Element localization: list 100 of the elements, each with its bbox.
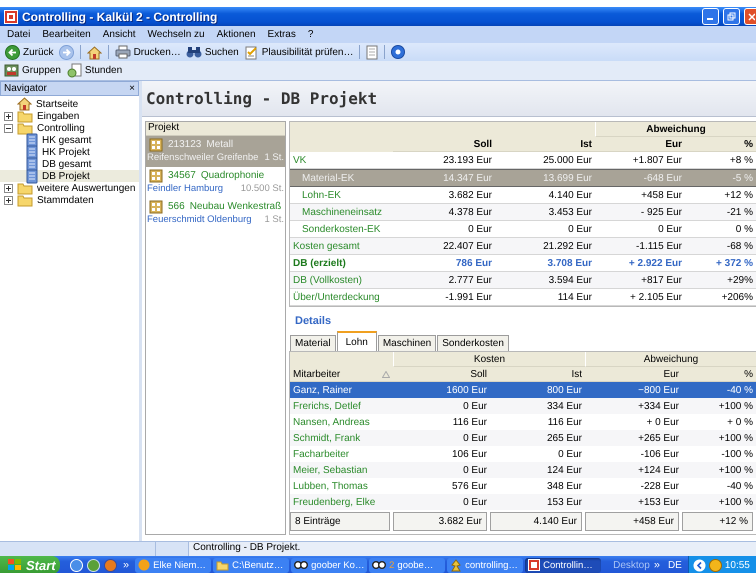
row-label[interactable]: Maschineneinsatz [290,204,393,221]
quantity: 1 St. [264,152,284,165]
table-cell: +100 % [682,398,756,414]
expander-icon[interactable] [4,112,13,120]
more-chevron[interactable]: » [123,559,130,571]
more-chevron[interactable]: » [654,559,660,571]
forward-button[interactable] [58,44,75,60]
language-indicator[interactable]: DE [668,560,682,570]
project-item[interactable]: 566 Neubau Wenkestraß Feuerschmidt Oldenburg 1 St. [146,198,285,229]
employee-name[interactable]: Nansen, Andreas [290,414,393,430]
expander-icon[interactable] [4,184,13,192]
column-header[interactable]: Mitarbeiter [293,368,340,380]
hours-button[interactable]: Stunden [66,63,122,78]
column-header[interactable]: Eur [585,367,682,382]
printer-icon [114,45,131,59]
smiley-icon [708,558,722,572]
menu-item[interactable]: ? [308,29,314,40]
folder-icon [17,110,33,122]
summary-cell: 8 Einträge [290,512,390,531]
taskbar-button[interactable]: goober Ko… [291,558,368,572]
summary-cell: 3.682 Eur [393,512,487,531]
app-icon [528,559,540,571]
taskbar-button[interactable]: Controllin… [525,558,602,572]
menu-item[interactable]: Extras [268,29,296,40]
row-label[interactable]: DB (Vollkosten) [290,272,393,289]
employee-name[interactable]: Meier, Sebastian [290,462,393,478]
sort-icon [382,370,390,378]
search-button[interactable]: Suchen [184,45,240,59]
expander-icon[interactable] [4,124,13,132]
help-button[interactable] [390,45,406,59]
tree-item[interactable]: Eingaben [0,110,139,122]
column-header: Soll [393,137,495,152]
tab[interactable]: Sonderkosten [437,335,509,351]
groups-button[interactable]: Gruppen [4,63,61,78]
folder-icon [17,122,33,134]
app-icon [87,558,100,572]
count: 2 [389,560,394,570]
employee-name[interactable]: Facharbeiter [290,446,393,462]
panel-title: Navigator [4,83,47,94]
taskbar-button[interactable]: 2 goobe… [369,558,446,572]
menu-item[interactable]: Datei [7,29,30,40]
table-cell: +100 % [682,462,756,478]
close-icon [746,12,754,21]
minimize-button[interactable] [702,8,719,25]
table-cell-text: -228 Eur [640,480,680,494]
tree-item[interactable]: Stammdaten [0,194,139,206]
tree-item[interactable]: weitere Auswertungen [0,182,139,194]
taskbar-button[interactable]: Elke Niem… [135,558,212,572]
project-name: Neubau Wenkestraß [190,201,282,212]
project-number: 34567 [168,170,196,181]
tree-item[interactable]: Controlling [0,122,139,134]
taskbar-button[interactable]: C:\Benutz… [213,558,290,572]
tree-item[interactable]: Startseite [0,98,139,110]
table-cell: 4.378 Eur [393,204,495,221]
table-cell: -648 Eur [595,169,685,187]
table-cell-text: 116 Eur [546,416,583,430]
table-cell-text: + 0 Eur [645,416,680,430]
restore-button[interactable] [723,8,740,25]
close-button[interactable]: × [129,83,135,94]
customer-name: Feindler Hamburg [147,183,224,196]
table-cell: 0 Eur [393,430,490,446]
table-cell-text: 106 Eur [450,448,488,462]
tab[interactable]: Maschinen [378,335,436,351]
column-header: % [685,137,756,152]
table-cell-text: 348 Eur [546,480,583,494]
employee-name[interactable]: Schmidt, Frank [290,430,393,446]
taskbar-button[interactable]: controlling… [447,558,524,572]
row-label[interactable]: Kosten gesamt [290,238,393,255]
row-label[interactable]: Über/Unterdeckung [290,289,393,306]
home-button[interactable] [86,44,103,60]
tree-item[interactable]: DB Projekt [0,170,139,182]
expander-icon[interactable] [4,196,13,204]
employee-name[interactable]: Frerichs, Detlef [290,398,393,414]
panel-button[interactable] [365,44,380,60]
column-header[interactable]: Ist [490,367,585,382]
employee-name[interactable]: Lubben, Thomas [290,478,393,494]
menu-item[interactable]: Wechseln zu [148,29,205,40]
project-item[interactable]: 34567 Quadrophonie Feindler Hamburg 10.500 St. [146,167,285,198]
back-button[interactable]: Zurück [4,44,55,60]
close-button[interactable] [744,8,756,25]
table-cell: +124 Eur [585,462,682,478]
report-icon [26,156,38,172]
employee-name[interactable]: Ganz, Rainer [290,382,393,398]
print-button[interactable]: Drucken… [114,45,182,59]
project-name: Metall [206,139,234,150]
tab[interactable]: Lohn [336,331,377,351]
menu-item[interactable]: Bearbeiten [42,29,91,40]
table-cell-text: 116 Eur [452,416,488,430]
menu-item[interactable]: Ansicht [102,29,136,40]
tab[interactable]: Material [290,335,336,351]
column-header[interactable]: % [682,367,756,382]
checklist-icon [244,44,259,60]
report-icon [26,168,38,184]
table-cell: +334 Eur [585,398,682,414]
folder-icon [17,194,33,206]
employee-name[interactable]: Freudenberg, Elke [290,494,393,510]
menu-item[interactable]: Aktionen [216,29,256,40]
table-cell: 14.347 Eur [393,169,495,187]
check-button[interactable]: Plausibilität prüfen… [242,44,354,60]
column-header[interactable]: Soll [393,367,490,382]
